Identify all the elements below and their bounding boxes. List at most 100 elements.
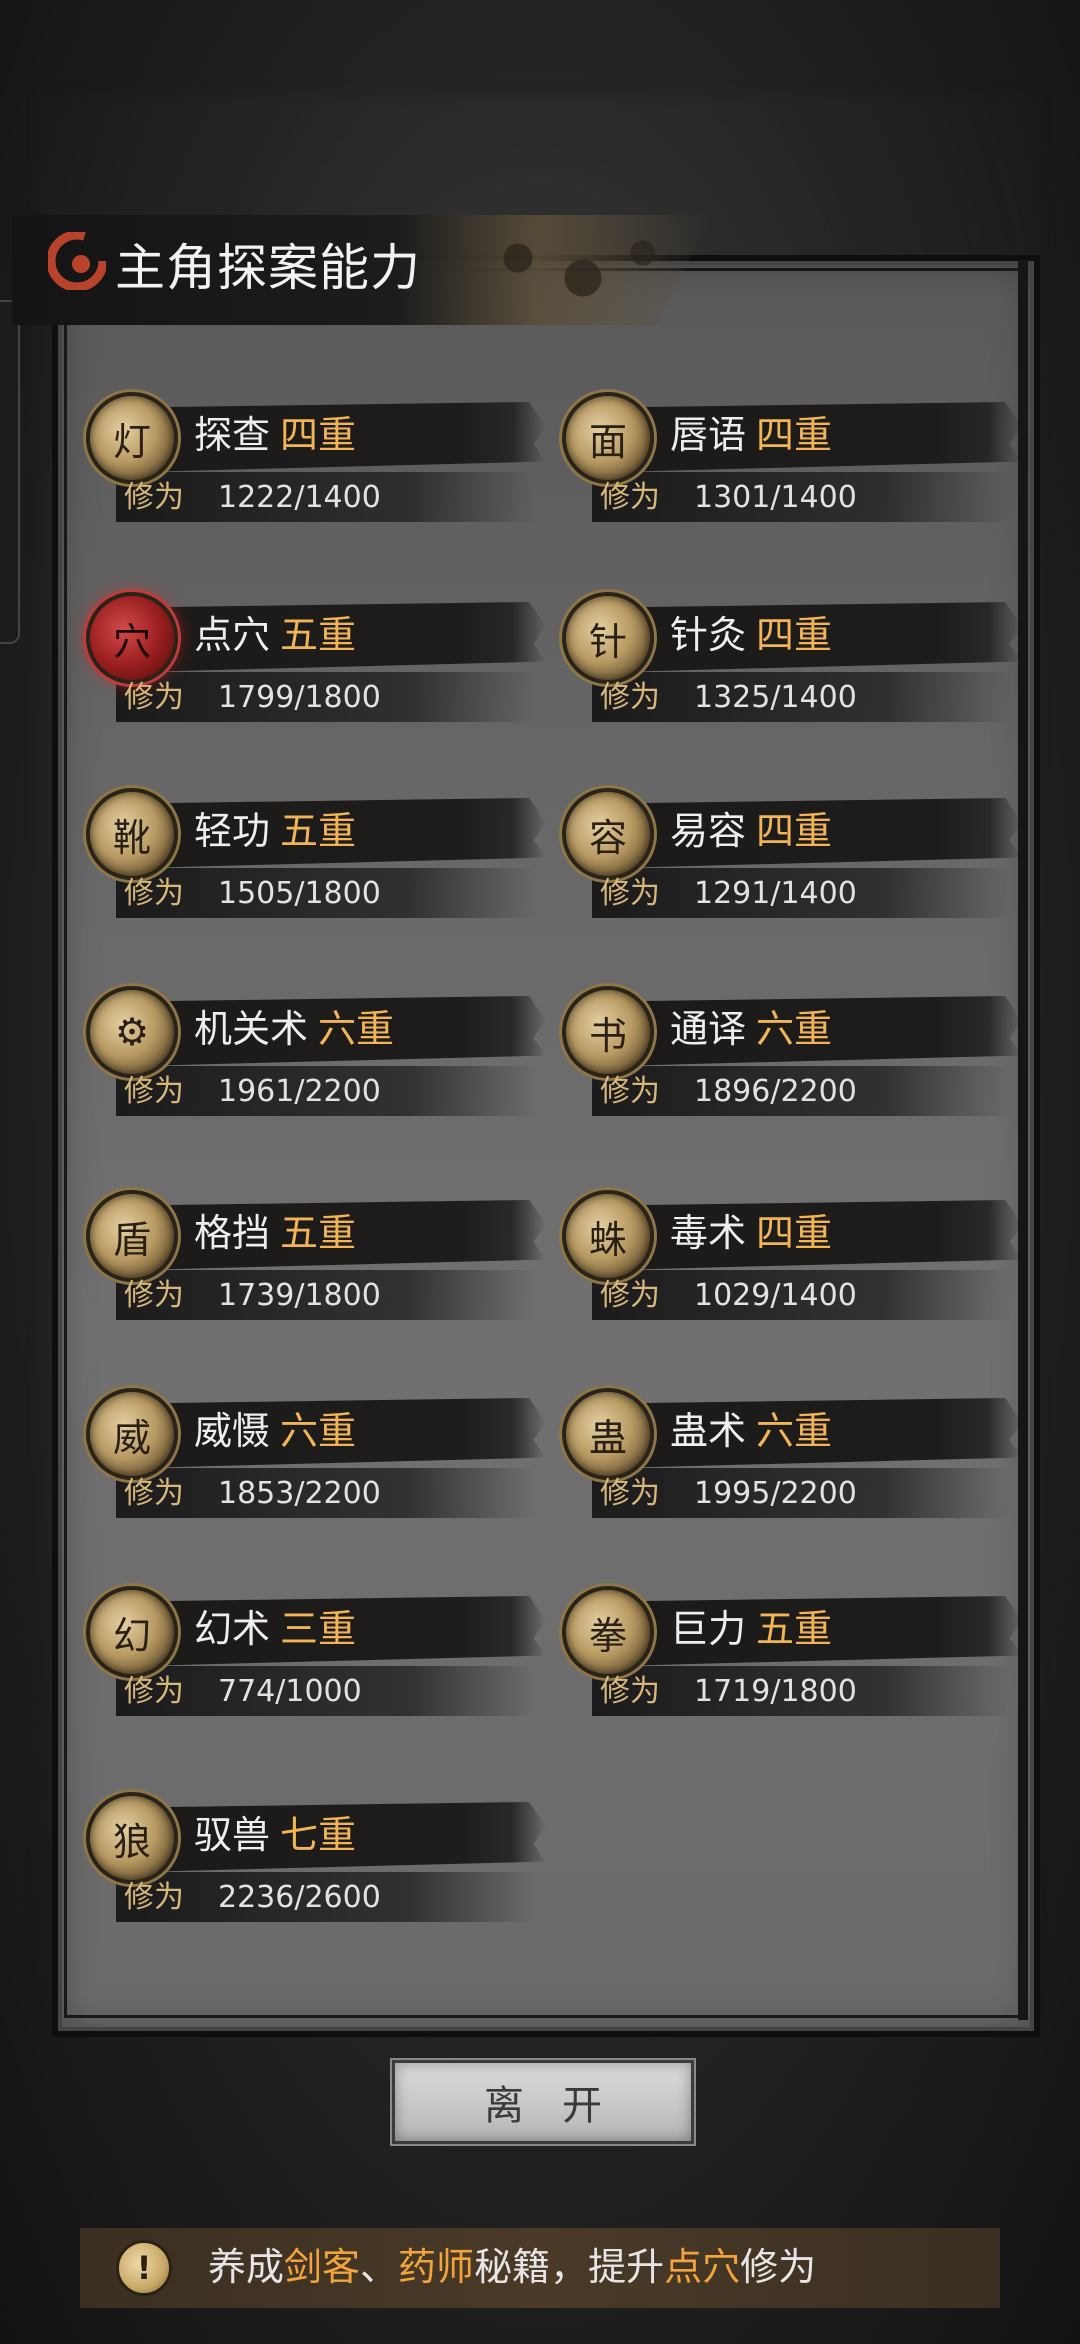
skill-name: 格挡 五重 xyxy=(194,1208,356,1258)
skill-card[interactable]: 靴轻功 五重 修为 1505/1800 xyxy=(86,788,546,918)
cultivation-value: 2236/2600 xyxy=(218,1880,381,1915)
skill-card[interactable]: 面唇语 四重 修为 1301/1400 xyxy=(562,392,1022,522)
tip-prefix: 养成 xyxy=(208,2245,285,2289)
tip-suffix: 修为 xyxy=(740,2245,817,2289)
skill-card[interactable]: 拳巨力 五重 修为 1719/1800 xyxy=(562,1586,1022,1716)
tip-text: 养成剑客、药师秘籍，提升点穴修为 xyxy=(208,2242,816,2292)
skill-name: 探查 四重 xyxy=(194,410,356,460)
skill-level: 六重 xyxy=(318,1007,395,1051)
hooded-figure-icon: 幻 xyxy=(86,1586,178,1678)
skill-name-text: 毒术 xyxy=(670,1211,747,1255)
skill-card[interactable]: 灯探查 四重 修为 1222/1400 xyxy=(86,392,546,522)
tip-separator: 、 xyxy=(360,2245,399,2289)
skill-level: 四重 xyxy=(756,1211,833,1255)
skill-name: 机关术 六重 xyxy=(194,1004,394,1054)
tip-highlight-pharmacist: 药师 xyxy=(398,2245,475,2289)
skill-name-text: 唇语 xyxy=(670,413,747,457)
skill-name-text: 幻术 xyxy=(194,1607,271,1651)
book-icon: 书 xyxy=(562,986,654,1078)
skill-name: 蛊术 六重 xyxy=(670,1406,832,1456)
cultivation-value: 1029/1400 xyxy=(694,1278,857,1313)
cultivation-value: 774/1000 xyxy=(218,1674,362,1709)
skill-card[interactable]: 幻幻术 三重 修为 774/1000 xyxy=(86,1586,546,1716)
skill-name-text: 蛊术 xyxy=(670,1409,747,1453)
mask-icon: 容 xyxy=(562,788,654,880)
cultivation-value: 1719/1800 xyxy=(694,1674,857,1709)
skill-card[interactable]: ⚙ 机关术 六重 修为 1961/2200 xyxy=(86,986,546,1116)
spider-icon: 蛛 xyxy=(562,1190,654,1282)
cultivation-value: 1896/2200 xyxy=(694,1074,857,1109)
skill-icon-glyph: 书 xyxy=(588,1013,627,1058)
skill-level: 五重 xyxy=(280,809,357,853)
skill-card[interactable]: 蛊蛊术 六重 修为 1995/2200 xyxy=(562,1388,1022,1518)
shield-icon: 盾 xyxy=(86,1190,178,1282)
skill-icon-glyph: 威 xyxy=(112,1415,151,1460)
skill-name: 点穴 五重 xyxy=(194,610,356,660)
cultivation-value: 1505/1800 xyxy=(218,876,381,911)
side-drawer-handle[interactable] xyxy=(0,300,20,644)
skill-card[interactable]: 狼驭兽 七重 修为 2236/2600 xyxy=(86,1792,546,1922)
skill-icon-glyph: 灯 xyxy=(112,419,151,464)
cultivation-label: 修为 xyxy=(600,1674,660,1709)
skill-icon-glyph: 面 xyxy=(588,419,627,464)
skill-name-text: 点穴 xyxy=(194,613,271,657)
tip-middle: 秘籍，提升 xyxy=(474,2245,665,2289)
needle-icon: 针 xyxy=(562,592,654,684)
skill-name-text: 巨力 xyxy=(670,1607,747,1651)
cultivation-value: 1961/2200 xyxy=(218,1074,381,1109)
skill-name: 唇语 四重 xyxy=(670,410,832,460)
cultivation-label: 修为 xyxy=(124,680,184,715)
skill-card[interactable]: 盾格挡 五重 修为 1739/1800 xyxy=(86,1190,546,1320)
skill-name-text: 探查 xyxy=(194,413,271,457)
skill-card[interactable]: 穴点穴 五重 修为 1799/1800 xyxy=(86,592,546,722)
leave-button[interactable]: 离开 xyxy=(392,2060,694,2144)
skill-card[interactable]: 针针灸 四重 修为 1325/1400 xyxy=(562,592,1022,722)
skill-level: 六重 xyxy=(756,1409,833,1453)
skill-name-text: 易容 xyxy=(670,809,747,853)
skill-level: 五重 xyxy=(756,1607,833,1651)
cultivation-label: 修为 xyxy=(124,480,184,515)
cultivation-label: 修为 xyxy=(600,1476,660,1511)
cultivation-label: 修为 xyxy=(124,876,184,911)
skill-level: 四重 xyxy=(280,413,357,457)
tip-highlight-acupoint: 点穴 xyxy=(664,2245,741,2289)
cultivation-value: 1301/1400 xyxy=(694,480,857,515)
skill-icon-glyph: 蛛 xyxy=(588,1217,627,1262)
page-title: 主角探案能力 xyxy=(115,239,421,297)
skill-name-text: 通译 xyxy=(670,1007,747,1051)
cultivation-value: 1325/1400 xyxy=(694,680,857,715)
cultivation-label: 修为 xyxy=(124,1880,184,1915)
skill-icon-glyph: ⚙ xyxy=(114,1010,150,1054)
skill-name: 驭兽 七重 xyxy=(194,1810,356,1860)
skill-name: 威慑 六重 xyxy=(194,1406,356,1456)
skill-name: 毒术 四重 xyxy=(670,1208,832,1258)
skill-level: 五重 xyxy=(280,1211,357,1255)
gear-icon: ⚙ xyxy=(86,986,178,1078)
skill-card[interactable]: 容易容 四重 修为 1291/1400 xyxy=(562,788,1022,918)
title-pattern-decoration xyxy=(440,218,700,318)
wolf-icon: 狼 xyxy=(86,1792,178,1884)
cultivation-label: 修为 xyxy=(600,876,660,911)
skill-name: 针灸 四重 xyxy=(670,610,832,660)
skill-level: 三重 xyxy=(280,1607,357,1651)
skill-icon-glyph: 拳 xyxy=(588,1613,627,1658)
skill-name-text: 机关术 xyxy=(194,1007,309,1051)
cultivation-value: 1222/1400 xyxy=(218,480,381,515)
acupoint-icon: 穴 xyxy=(86,592,178,684)
skill-level: 四重 xyxy=(756,613,833,657)
skill-name: 通译 六重 xyxy=(670,1004,832,1054)
skill-level: 七重 xyxy=(280,1813,357,1857)
board-edge xyxy=(1018,260,1028,2020)
face-icon: 面 xyxy=(562,392,654,484)
cultivation-label: 修为 xyxy=(600,1278,660,1313)
exclamation-icon: ! xyxy=(116,2240,172,2296)
skill-name-text: 威慑 xyxy=(194,1409,271,1453)
skill-card[interactable]: 威威慑 六重 修为 1853/2200 xyxy=(86,1388,546,1518)
skill-card[interactable]: 书通译 六重 修为 1896/2200 xyxy=(562,986,1022,1116)
cultivation-label: 修为 xyxy=(124,1278,184,1313)
skill-icon-glyph: 蛊 xyxy=(588,1415,627,1460)
worm-icon: 蛊 xyxy=(562,1388,654,1480)
skill-card[interactable]: 蛛毒术 四重 修为 1029/1400 xyxy=(562,1190,1022,1320)
boot-icon: 靴 xyxy=(86,788,178,880)
skill-name: 巨力 五重 xyxy=(670,1604,832,1654)
